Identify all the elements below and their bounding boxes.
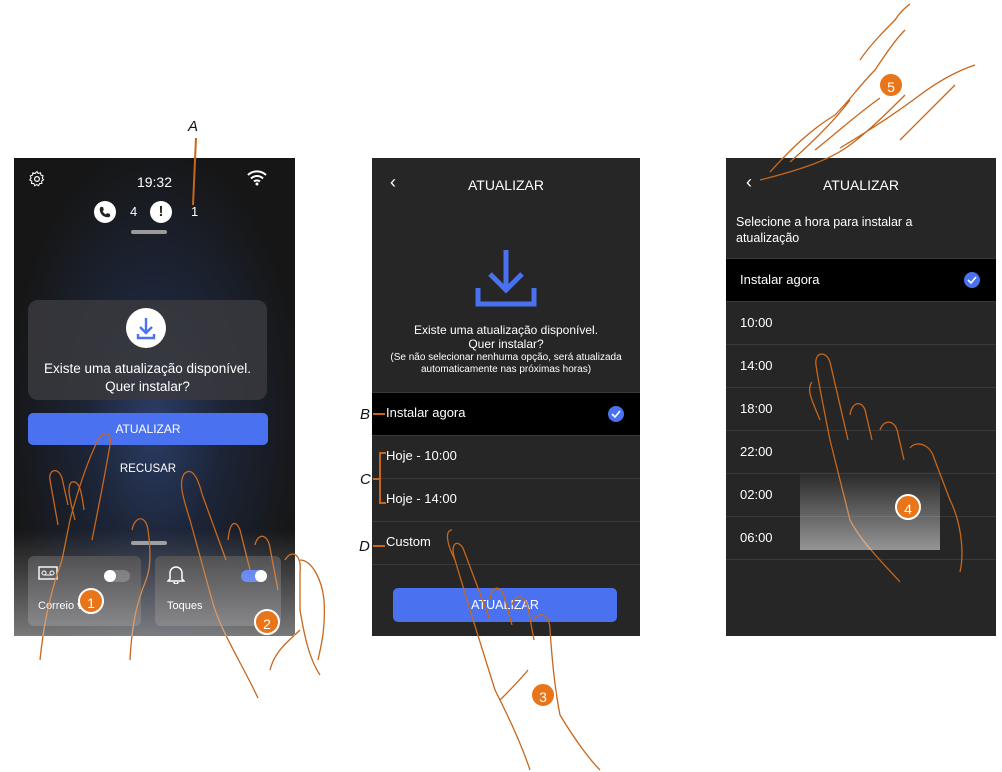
option-install-now[interactable]: Instalar agora: [372, 392, 640, 435]
screen-title: ATUALIZAR: [468, 177, 544, 193]
option-label: Hoje - 10:00: [386, 448, 457, 463]
check-icon: [964, 272, 980, 288]
ringtones-label: Toques: [167, 600, 203, 612]
option-label: Hoje - 14:00: [386, 491, 457, 506]
option-label: 22:00: [740, 444, 773, 459]
callout-letter: C: [360, 471, 371, 488]
option-time[interactable]: 10:00: [726, 301, 996, 344]
voicemail-icon: [38, 566, 58, 583]
option-today-1400[interactable]: Hoje - 14:00: [372, 478, 640, 521]
update-note: (Se não selecionar nenhuma opção, será a…: [372, 352, 640, 376]
option-label: 10:00: [740, 315, 773, 330]
alert-icon[interactable]: !: [150, 201, 172, 223]
callout-letter: A: [188, 118, 199, 135]
option-label: 02:00: [740, 487, 773, 502]
update-button[interactable]: ATUALIZAR: [28, 413, 268, 445]
step-badge: 4: [895, 494, 921, 520]
option-custom[interactable]: Custom: [372, 521, 640, 565]
option-label: 06:00: [740, 530, 773, 545]
option-label: Instalar agora: [740, 272, 820, 287]
option-time[interactable]: 18:00: [726, 387, 996, 430]
update-message: Existe uma atualização disponível. Quer …: [43, 361, 252, 394]
message-line: Existe uma atualização disponível.: [413, 323, 599, 337]
alerts-count: 1: [191, 204, 199, 219]
pull-down-handle[interactable]: [131, 230, 167, 234]
option-label: 14:00: [740, 358, 773, 373]
option-time[interactable]: 02:00: [726, 473, 996, 516]
callout-letter: B: [360, 406, 371, 423]
update-message: Existe uma atualização disponível. Quer …: [372, 323, 640, 351]
option-time[interactable]: 14:00: [726, 344, 996, 387]
refuse-button[interactable]: RECUSAR: [28, 463, 268, 475]
step-badge: 1: [78, 588, 104, 614]
schedule-screen: ‹ ATUALIZAR Selecione a hora para instal…: [726, 158, 996, 636]
ringtones-toggle[interactable]: [241, 570, 267, 582]
schedule-prompt: Selecione a hora para instalar a atualiz…: [736, 215, 913, 245]
step-badge: 5: [878, 72, 904, 98]
option-time[interactable]: 22:00: [726, 430, 996, 473]
wifi-icon: [247, 170, 267, 191]
download-icon: [126, 308, 166, 348]
note-line: automaticamente nas próximas horas): [420, 364, 592, 375]
update-options-screen: ‹ ATUALIZAR Existe uma atualização dispo…: [372, 158, 640, 636]
note-line: (Se não selecionar nenhuma opção, será a…: [390, 352, 622, 363]
callout-letter: D: [359, 538, 370, 555]
missed-call-icon[interactable]: [94, 201, 116, 223]
option-today-1000[interactable]: Hoje - 10:00: [372, 435, 640, 478]
bottom-handle[interactable]: [131, 541, 167, 545]
home-screen: 19:32 4 ! 1 Existe uma atualização dispo…: [14, 158, 295, 636]
check-icon: [608, 406, 624, 422]
option-label: 18:00: [740, 401, 773, 416]
download-icon: [474, 246, 538, 313]
missed-calls-count: 4: [130, 204, 138, 219]
bell-icon: [166, 564, 186, 587]
option-time[interactable]: 06:00: [726, 516, 996, 560]
option-install-now[interactable]: Instalar agora: [726, 258, 996, 301]
message-line: Quer instalar?: [468, 337, 544, 351]
option-label: Instalar agora: [386, 405, 466, 420]
step-badge: 3: [530, 682, 556, 708]
screen-title: ATUALIZAR: [823, 177, 899, 193]
voicemail-toggle[interactable]: [104, 570, 130, 582]
step-badge: 2: [254, 609, 280, 635]
update-button[interactable]: ATUALIZAR: [393, 588, 617, 622]
option-label: Custom: [386, 534, 431, 549]
